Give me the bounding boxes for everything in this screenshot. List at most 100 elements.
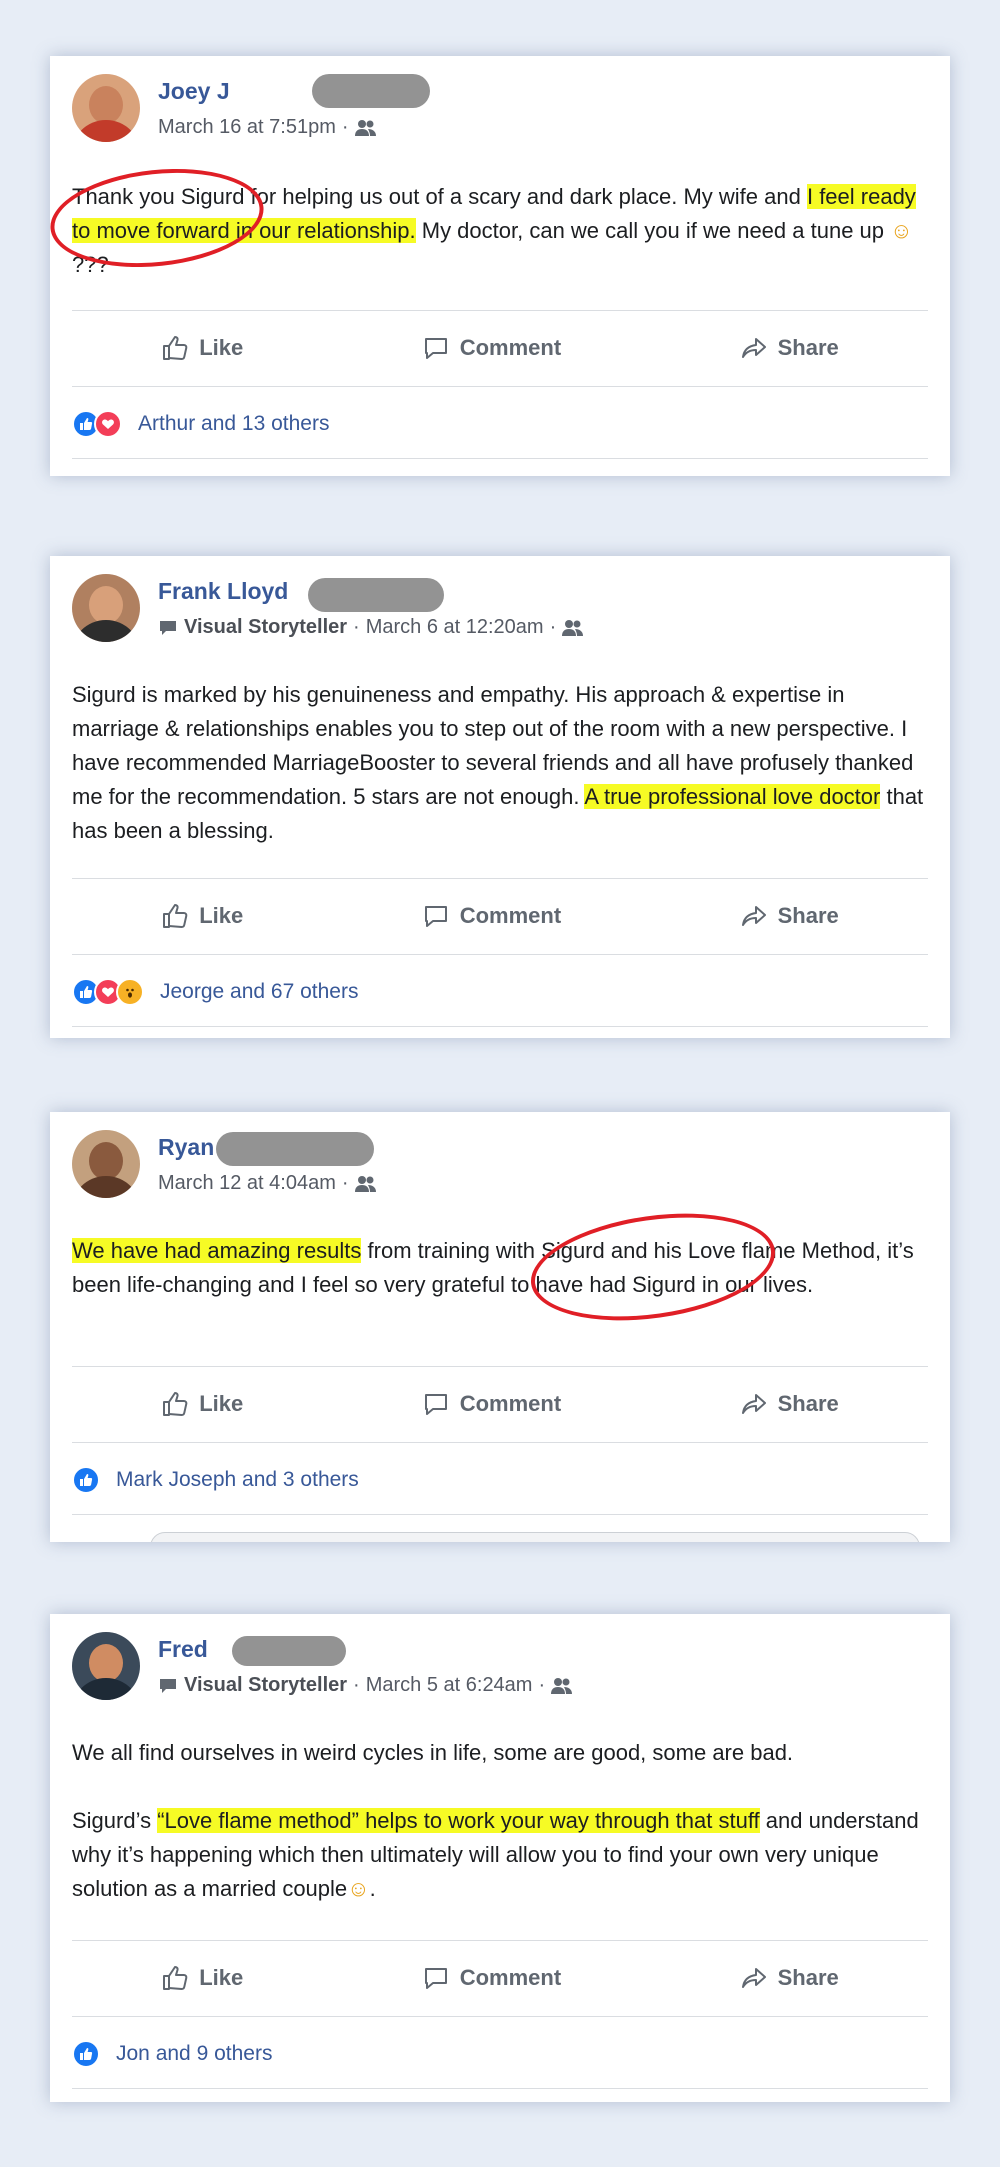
divider — [72, 458, 928, 459]
reactions-count[interactable]: Jon and 9 others — [116, 2042, 272, 2066]
thumbs-up-icon — [161, 334, 189, 362]
divider — [72, 1442, 928, 1443]
post-date[interactable]: March 5 at 6:24am — [366, 1674, 533, 1697]
post-date[interactable]: March 16 at 7:51pm — [158, 116, 336, 139]
friends-icon — [354, 119, 376, 136]
share-button-label: Share — [777, 335, 839, 360]
friends-icon — [354, 1175, 376, 1192]
comment-button[interactable]: Comment — [422, 1964, 561, 1992]
friends-icon — [551, 1677, 573, 1694]
like-button[interactable]: Like — [161, 334, 243, 362]
author-name[interactable]: Joey J — [158, 78, 230, 105]
like-reaction-icon — [72, 1466, 100, 1494]
comment-button[interactable]: Comment — [422, 902, 561, 930]
reactions-row[interactable]: Mark Joseph and 3 others — [72, 1460, 359, 1500]
share-button-label: Share — [777, 903, 839, 928]
comment-icon — [422, 902, 450, 930]
share-button[interactable]: Share — [740, 902, 839, 930]
like-button[interactable]: Like — [161, 1964, 243, 1992]
comment-button[interactable]: Comment — [422, 1390, 561, 1418]
post-text: We all find ourselves in weird cycles in… — [72, 1736, 928, 1906]
like-reaction-icon — [72, 2040, 100, 2068]
action-bar: Like Comment Share — [72, 886, 928, 946]
smiley-emoji-icon: ☺ — [347, 1876, 370, 1901]
reaction-icons — [72, 978, 144, 1006]
reactions-row[interactable]: Jon and 9 others — [72, 2034, 272, 2074]
reactions-count[interactable]: Jeorge and 67 others — [160, 980, 358, 1004]
post-meta: Visual Storyteller · March 6 at 12:20am … — [158, 616, 584, 639]
divider — [72, 954, 928, 955]
author-name[interactable]: Ryan — [158, 1134, 214, 1161]
redaction — [308, 578, 444, 612]
wow-reaction-icon — [116, 978, 144, 1006]
comment-button[interactable]: Comment — [422, 334, 561, 362]
divider — [72, 2016, 928, 2017]
author-name[interactable]: Frank Lloyd — [158, 578, 288, 605]
post-date[interactable]: March 12 at 4:04am — [158, 1172, 336, 1195]
action-bar: Like Comment Share — [72, 1948, 928, 2008]
like-button[interactable]: Like — [161, 1390, 243, 1418]
text-segment: Sigurd’s — [72, 1808, 158, 1833]
divider — [72, 1366, 928, 1367]
divider — [72, 1026, 928, 1027]
avatar[interactable] — [72, 1632, 140, 1700]
share-button[interactable]: Share — [740, 1390, 839, 1418]
post-card: Joey J March 16 at 7:51pm · Thank you Si… — [50, 56, 950, 476]
redaction — [312, 74, 430, 108]
comment-button-label: Comment — [459, 335, 562, 360]
thumbs-up-icon — [161, 902, 189, 930]
highlighted-text: A true professional love doctor — [584, 784, 881, 809]
reaction-icons — [72, 410, 122, 438]
comment-button-label: Comment — [459, 1965, 562, 1990]
avatar[interactable] — [72, 1130, 140, 1198]
divider — [72, 1514, 928, 1515]
reaction-icons — [72, 2040, 100, 2068]
divider — [72, 310, 928, 311]
share-icon — [740, 1964, 768, 1992]
thumbs-up-icon — [161, 1390, 189, 1418]
share-icon — [740, 1390, 768, 1418]
reactions-count[interactable]: Arthur and 13 others — [138, 412, 329, 436]
post-card: Frank Lloyd Visual Storyteller · March 6… — [50, 556, 950, 1038]
reactions-row[interactable]: Arthur and 13 others — [72, 404, 329, 444]
post-meta: Visual Storyteller · March 5 at 6:24am · — [158, 1674, 573, 1697]
thumbs-up-icon — [161, 1964, 189, 1992]
share-button[interactable]: Share — [740, 334, 839, 362]
like-button[interactable]: Like — [161, 902, 243, 930]
text-segment: My doctor, can we call you if we need a … — [415, 218, 891, 243]
post-text: Thank you Sigurd for helping us out of a… — [72, 180, 928, 282]
badge-label: Visual Storyteller — [184, 1674, 348, 1696]
comment-icon — [422, 334, 450, 362]
highlighted-text: We have had amazing results — [72, 1238, 362, 1263]
reaction-icons — [72, 1466, 100, 1494]
reactions-row[interactable]: Jeorge and 67 others — [72, 972, 358, 1012]
avatar[interactable] — [72, 74, 140, 142]
comment-icon — [422, 1390, 450, 1418]
divider — [72, 2088, 928, 2089]
comment-button-label: Comment — [459, 903, 562, 928]
avatar[interactable] — [72, 574, 140, 642]
like-button-label: Like — [199, 1391, 244, 1416]
post-text: We have had amazing results from trainin… — [72, 1234, 928, 1302]
post-meta: March 16 at 7:51pm · — [158, 116, 377, 139]
share-button-label: Share — [777, 1391, 839, 1416]
divider — [72, 878, 928, 879]
share-button-label: Share — [777, 1965, 839, 1990]
comment-button-label: Comment — [459, 1391, 562, 1416]
text-segment: We all find ourselves in weird cycles in… — [72, 1740, 794, 1765]
share-icon — [740, 334, 768, 362]
author-name[interactable]: Fred — [158, 1636, 208, 1663]
like-button-label: Like — [199, 903, 244, 928]
action-bar: Like Comment Share — [72, 318, 928, 378]
love-reaction-icon — [94, 410, 122, 438]
like-button-label: Like — [199, 335, 244, 360]
comment-input-stub[interactable] — [150, 1532, 920, 1542]
share-button[interactable]: Share — [740, 1964, 839, 1992]
action-bar: Like Comment Share — [72, 1374, 928, 1434]
post-date[interactable]: March 6 at 12:20am — [366, 616, 544, 639]
storyteller-badge-icon — [160, 1678, 176, 1693]
share-icon — [740, 902, 768, 930]
reactions-count[interactable]: Mark Joseph and 3 others — [116, 1468, 359, 1492]
text-segment: Thank you Sigurd for helping us out of a… — [72, 184, 807, 209]
storyteller-badge-icon — [160, 620, 176, 635]
